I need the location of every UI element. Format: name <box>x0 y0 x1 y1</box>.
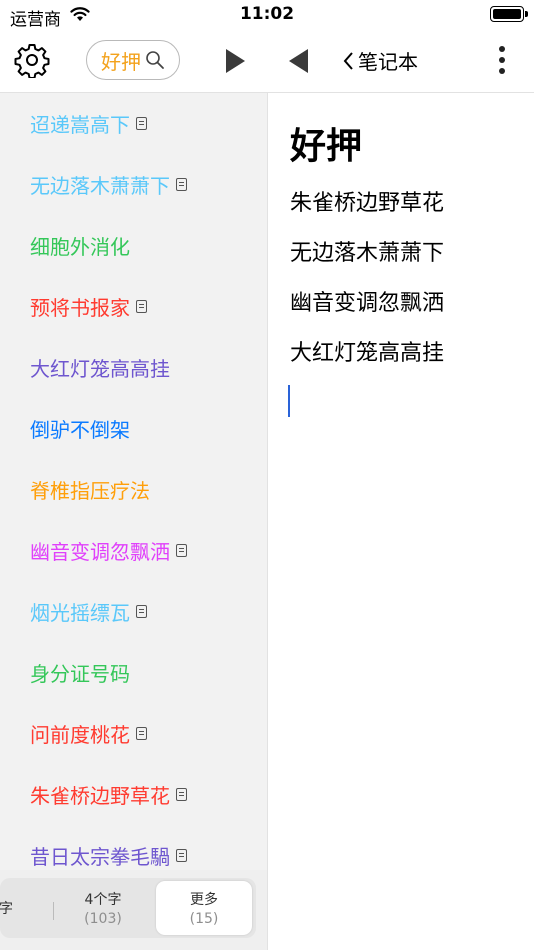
segment-track: 字 4个字 (103) 更多 (15) <box>0 878 256 938</box>
status-bar: 运营商 11:02 <box>0 0 534 30</box>
document-icon <box>136 116 147 130</box>
note-line: 无边落木萧萧下 <box>290 241 445 266</box>
list-item[interactable]: 预将书报家 <box>30 286 147 326</box>
list-item[interactable]: 身分证号码 <box>30 652 130 692</box>
segment-item[interactable]: 字 <box>0 878 30 938</box>
play-left-icon[interactable] <box>288 48 310 74</box>
segment-label: 更多 <box>190 892 218 908</box>
list-item-label: 倒驴不倒架 <box>30 417 130 442</box>
document-icon <box>136 726 147 740</box>
document-icon <box>136 604 147 618</box>
clock: 11:02 <box>239 4 295 24</box>
segment-label: 4个字 <box>84 892 122 908</box>
note-line: 大红灯笼高高挂 <box>290 341 445 366</box>
list-item-label: 烟光摇缥瓦 <box>30 600 130 625</box>
document-icon <box>136 299 147 313</box>
list-item[interactable]: 倒驴不倒架 <box>30 408 130 448</box>
segment-item[interactable]: 4个字 (103) <box>54 878 152 938</box>
document-icon <box>176 848 187 862</box>
document-icon <box>176 543 187 557</box>
more-icon[interactable] <box>492 44 512 76</box>
gear-icon[interactable] <box>14 42 50 78</box>
note-line: 朱雀桥边野草花 <box>290 191 445 216</box>
list-item-label: 预将书报家 <box>30 295 130 320</box>
segment-label: 字 <box>0 901 13 917</box>
list-item-label: 昔日太宗拳毛騧 <box>30 844 170 869</box>
list-item[interactable]: 无边落木萧萧下 <box>30 164 187 204</box>
list-item-label: 脊椎指压疗法 <box>30 478 150 503</box>
list-item-label: 朱雀桥边野草花 <box>30 783 170 808</box>
search-label: 好押 <box>101 49 141 74</box>
text-cursor <box>288 385 290 417</box>
back-label: 笔记本 <box>358 50 418 74</box>
note-line: 幽音变调忽飘洒 <box>290 291 445 316</box>
play-right-icon[interactable] <box>224 48 246 74</box>
toolbar: 好押 笔记本 <box>0 30 534 93</box>
sidebar[interactable]: 迢递嵩高下无边落木萧萧下 细胞外消化预将书报家大红灯笼高高挂 倒驴不倒架脊椎指压疗法… <box>0 93 268 950</box>
list-item[interactable]: 烟光摇缥瓦 <box>30 591 147 631</box>
note-editor[interactable]: 好押 朱雀桥边野草花 无边落木萧萧下 幽音变调忽飘洒 大红灯笼高高挂 <box>268 93 534 950</box>
list-item-label: 问前度桃花 <box>30 722 130 747</box>
list-item[interactable]: 问前度桃花 <box>30 713 147 753</box>
list-item[interactable]: 朱雀桥边野草花 <box>30 774 187 814</box>
note-title: 好押 <box>290 126 363 167</box>
chevron-left-icon <box>343 51 353 70</box>
list-item-label: 身分证号码 <box>30 661 130 686</box>
battery-icon <box>490 6 528 22</box>
search-icon <box>146 51 164 69</box>
list-item[interactable]: 大红灯笼高高挂 <box>30 347 170 387</box>
list-item[interactable]: 昔日太宗拳毛騧 <box>30 835 187 875</box>
list-item[interactable]: 脊椎指压疗法 <box>30 469 150 509</box>
document-icon <box>176 787 187 801</box>
document-icon <box>176 177 187 191</box>
segment-count: (15) <box>189 911 219 927</box>
list-item-label: 迢递嵩高下 <box>30 112 130 137</box>
list-item-label: 细胞外消化 <box>30 234 130 259</box>
list-item[interactable]: 幽音变调忽飘洒 <box>30 530 187 570</box>
segment-count: (103) <box>84 911 122 927</box>
search-button[interactable]: 好押 <box>86 40 180 80</box>
list-item-label: 无边落木萧萧下 <box>30 173 170 198</box>
list-item[interactable]: 细胞外消化 <box>30 225 130 265</box>
segmented-control: 字 4个字 (103) 更多 (15) <box>0 870 267 950</box>
segment-item-active[interactable]: 更多 (15) <box>156 881 252 935</box>
list-item-label: 大红灯笼高高挂 <box>30 356 170 381</box>
list-item[interactable]: 迢递嵩高下 <box>30 103 147 143</box>
list-item-label: 幽音变调忽飘洒 <box>30 539 170 564</box>
back-button[interactable]: 笔记本 <box>342 46 418 75</box>
